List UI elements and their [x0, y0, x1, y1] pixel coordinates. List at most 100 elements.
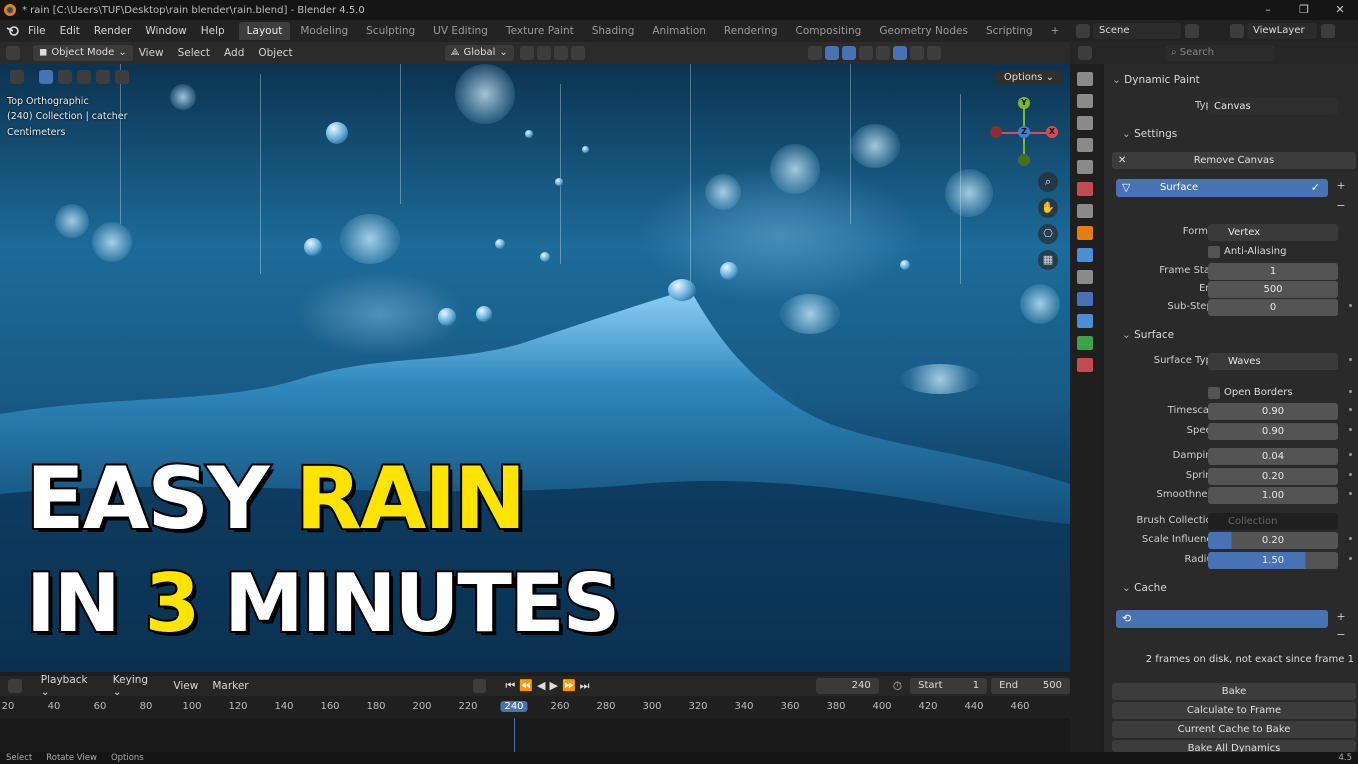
jump-start-icon[interactable]: ⏮ [505, 679, 519, 692]
animate-property-icon[interactable] [1349, 473, 1352, 476]
surface-section-header[interactable]: Surface [1122, 329, 1174, 341]
properties-editor-icon[interactable] [1078, 46, 1092, 60]
bake-all-dynamics-button[interactable]: Bake All Dynamics [1112, 740, 1356, 752]
remove-canvas-button[interactable]: ✕ Remove Canvas [1112, 152, 1356, 169]
overlay-toggle-icon[interactable] [841, 46, 856, 60]
pan-hand-icon[interactable]: ✋ [1038, 198, 1058, 218]
snap-target-icon[interactable] [553, 46, 568, 60]
menu-keying[interactable]: Keying ⌄ [113, 674, 160, 698]
select-invert-icon[interactable] [96, 70, 110, 84]
calculate-to-frame-button[interactable]: Calculate to Frame [1112, 702, 1356, 719]
stopwatch-icon[interactable]: ⏱ [893, 679, 902, 694]
tab-animation[interactable]: Animation [644, 22, 714, 40]
gizmo-x-icon[interactable]: X [1046, 126, 1058, 138]
menu-object[interactable]: Object [258, 47, 292, 59]
physics-tab-icon[interactable] [1077, 292, 1093, 306]
collection-tab-icon[interactable] [1077, 204, 1093, 218]
pivot-point-icon[interactable] [519, 46, 534, 60]
menu-marker[interactable]: Marker [212, 680, 248, 692]
view-layer-selector[interactable]: ViewLayer [1247, 23, 1317, 39]
brush-collection-field[interactable]: Collection [1208, 513, 1338, 530]
speed-field[interactable]: 0.90 [1208, 423, 1338, 440]
render-tab-icon[interactable] [1077, 94, 1093, 108]
tab-rendering[interactable]: Rendering [716, 22, 786, 40]
checkmark-icon[interactable]: ✓ [1311, 181, 1320, 194]
remove-surface-icon[interactable]: − [1332, 199, 1350, 217]
play-reverse-icon[interactable]: ◀ [537, 679, 549, 692]
end-frame-field[interactable]: End 500 [991, 678, 1070, 694]
menu-file[interactable]: File [28, 25, 46, 37]
scene-selector[interactable]: Scene [1093, 23, 1181, 39]
tab-scripting[interactable]: Scripting [978, 22, 1041, 40]
menu-add[interactable]: Add [224, 47, 244, 59]
play-icon[interactable]: ▶ [549, 679, 561, 692]
shading-rendered-icon[interactable] [926, 46, 941, 60]
grid-ortho-icon[interactable]: ▦ [1038, 250, 1058, 270]
editor-type-icon[interactable] [6, 46, 20, 60]
animate-property-icon[interactable] [1349, 428, 1352, 431]
menu-edit[interactable]: Edit [60, 25, 80, 37]
new-view-layer-icon[interactable] [1321, 24, 1335, 38]
gizmo-neg-x-icon[interactable] [990, 126, 1002, 138]
cache-section-header[interactable]: Cache [1122, 582, 1167, 594]
animate-property-icon[interactable] [1349, 390, 1352, 393]
menu-select[interactable]: Select [178, 47, 210, 59]
zoom-icon[interactable]: ⌕ [1038, 172, 1058, 192]
animate-property-icon[interactable] [1349, 453, 1352, 456]
scene-tab-icon[interactable] [1077, 160, 1093, 174]
tab-compositing[interactable]: Compositing [788, 22, 870, 40]
gizmo-z-icon[interactable]: Z [1018, 126, 1030, 138]
current-frame-field[interactable]: 240 [815, 678, 879, 694]
scale-influence-slider[interactable]: 0.20 [1208, 532, 1338, 549]
bake-button[interactable]: Bake [1112, 683, 1356, 700]
current-frame-indicator[interactable]: 240 [500, 701, 528, 712]
tab-texture-paint[interactable]: Texture Paint [498, 22, 582, 40]
minimize-button[interactable]: – [1250, 0, 1286, 20]
radius-slider[interactable]: 1.50 [1208, 552, 1338, 569]
settings-header[interactable]: Settings [1122, 128, 1177, 140]
select-intersect-icon[interactable] [115, 70, 129, 84]
remove-cache-icon[interactable]: − [1332, 628, 1350, 646]
add-cache-icon[interactable]: + [1332, 610, 1350, 628]
tab-modeling[interactable]: Modeling [292, 22, 356, 40]
material-tab-icon[interactable] [1077, 358, 1093, 372]
menu-timeline-view[interactable]: View [173, 680, 198, 692]
dynamic-paint-header[interactable]: Dynamic Paint [1112, 74, 1200, 86]
menu-playback[interactable]: Playback ⌄ [41, 674, 99, 698]
animate-property-icon[interactable] [1349, 358, 1352, 361]
animate-property-icon[interactable] [1349, 304, 1352, 307]
xray-toggle-icon[interactable] [858, 46, 873, 60]
format-dropdown[interactable]: Vertex [1208, 224, 1338, 241]
surface-list-item[interactable]: ▽ Surface ✓ [1116, 179, 1328, 197]
tool-toggle-icon[interactable] [10, 70, 24, 84]
next-key-icon[interactable]: ⏩ [562, 679, 580, 692]
cache-list-item[interactable]: ⟲ [1116, 610, 1328, 628]
add-workspace-button[interactable]: + [1043, 22, 1068, 40]
spring-field[interactable]: 0.20 [1208, 468, 1338, 485]
blender-menu-icon[interactable] [6, 25, 20, 37]
menu-render[interactable]: Render [94, 25, 131, 37]
animate-property-icon[interactable] [1349, 492, 1352, 495]
surface-type-dropdown[interactable]: Waves [1208, 353, 1338, 370]
object-mode-dropdown[interactable]: ◼ Object Mode ⌄ [33, 45, 133, 61]
shading-wireframe-icon[interactable] [875, 46, 890, 60]
tab-uv-editing[interactable]: UV Editing [425, 22, 496, 40]
gizmo-y-icon[interactable]: Y [1018, 97, 1030, 109]
shading-material-icon[interactable] [909, 46, 924, 60]
close-button[interactable]: ✕ [1322, 0, 1358, 20]
current-cache-to-bake-button[interactable]: Current Cache to Bake [1112, 721, 1356, 738]
viewport-options-button[interactable]: Options ⌄ [995, 70, 1062, 85]
camera-view-icon[interactable]: ⎔ [1038, 224, 1058, 244]
frame-end-field[interactable]: 500 [1208, 281, 1338, 298]
modifiers-tab-icon[interactable] [1077, 248, 1093, 262]
timescale-field[interactable]: 0.90 [1208, 403, 1338, 420]
smoothness-field[interactable]: 1.00 [1208, 487, 1338, 504]
tab-geometry-nodes[interactable]: Geometry Nodes [871, 22, 976, 40]
anti-aliasing-checkbox[interactable] [1208, 246, 1220, 258]
select-subtract-icon[interactable] [77, 70, 91, 84]
gizmo-neg-y-icon[interactable] [1018, 154, 1030, 166]
add-surface-icon[interactable]: + [1332, 179, 1350, 197]
timeline-area[interactable] [0, 718, 1070, 752]
damping-field[interactable]: 0.04 [1208, 448, 1338, 465]
timeline-editor-icon[interactable] [8, 679, 22, 693]
